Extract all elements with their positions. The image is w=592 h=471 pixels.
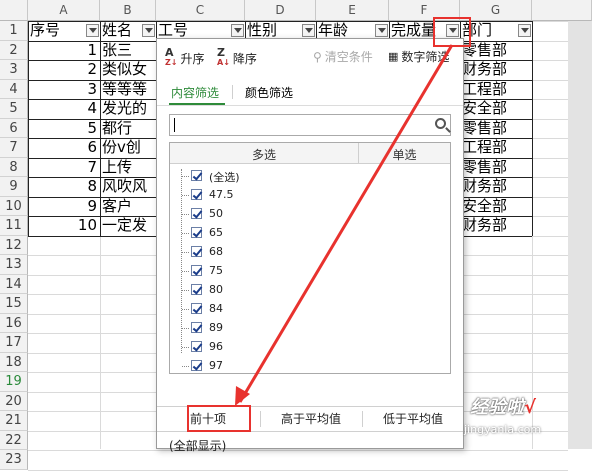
row-header[interactable]: 23 — [0, 450, 28, 470]
check-icon: √ — [524, 397, 537, 418]
arrow-shaft — [238, 44, 454, 403]
watermark-title: 经验啦√ — [470, 397, 537, 418]
watermark-url: jingyanla.com — [464, 423, 542, 436]
grid-line — [28, 469, 568, 471]
grid-line — [28, 450, 568, 451]
annotation-arrow — [235, 44, 454, 406]
